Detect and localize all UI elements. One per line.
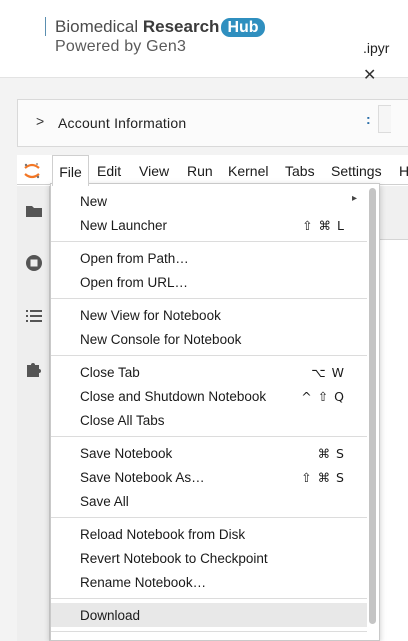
- menu-item-label: Rename Notebook…: [80, 575, 207, 590]
- menu-scrollbar[interactable]: [369, 188, 376, 624]
- brand-subtitle: Powered by Gen3: [55, 38, 187, 55]
- menu-separator: [51, 355, 367, 356]
- code-cell[interactable]: [378, 105, 391, 133]
- menu-edit[interactable]: Edit: [97, 155, 121, 185]
- menu-help[interactable]: H: [399, 155, 408, 185]
- menu-item-label: Close and Shutdown Notebook: [80, 389, 267, 404]
- menu-item-save-notebook[interactable]: Save Notebook ⌘ S: [51, 441, 367, 465]
- menu-item-label: Save All: [80, 494, 129, 509]
- menu-item-new-launcher[interactable]: New Launcher ⇧ ⌘ L: [51, 213, 367, 237]
- jupyter-logo-icon[interactable]: [22, 161, 42, 181]
- folder-icon[interactable]: [24, 201, 44, 221]
- brand-text: Biomedical: [55, 17, 143, 36]
- menu-item-label: Close All Tabs: [80, 413, 165, 428]
- menu-item-close-shutdown[interactable]: Close and Shutdown Notebook ^ ⇧ Q: [51, 384, 367, 408]
- menu-item-label: Revert Notebook to Checkpoint: [80, 551, 268, 566]
- menu-item-reload-notebook[interactable]: Reload Notebook from Disk: [51, 522, 367, 546]
- account-information-label: Account Information: [58, 115, 187, 131]
- menu-item-new[interactable]: New ▸: [51, 189, 367, 213]
- menu-item-rename-notebook[interactable]: Rename Notebook…: [51, 570, 367, 594]
- menu-separator: [51, 598, 367, 599]
- menu-item-label: New Console for Notebook: [80, 332, 242, 347]
- menu-file[interactable]: File: [52, 155, 89, 186]
- menu-item-label: Open from Path…: [80, 251, 189, 266]
- menu-item-new-view[interactable]: New View for Notebook: [51, 303, 367, 327]
- menu-bar: File Edit View Run Kernel Tabs Settings …: [17, 155, 408, 186]
- menu-separator: [51, 631, 367, 632]
- menu-item-close-all-tabs[interactable]: Close All Tabs: [51, 408, 367, 432]
- cell-prompt: :: [366, 111, 371, 127]
- menu-view[interactable]: View: [139, 155, 169, 185]
- menu-settings[interactable]: Settings: [331, 155, 382, 185]
- menu-tabs[interactable]: Tabs: [285, 155, 315, 185]
- menu-item-shortcut: ⇧ ⌘ S: [301, 470, 345, 485]
- running-stop-icon[interactable]: [24, 253, 44, 273]
- menu-separator: [51, 436, 367, 437]
- account-information-panel[interactable]: > Account Information: [17, 99, 408, 147]
- menu-item-open-from-url[interactable]: Open from URL…: [51, 270, 367, 294]
- menu-item-shortcut: ⇧ ⌘ L: [302, 218, 345, 233]
- site-header: Biomedical Research Hub Powered by Gen3: [0, 0, 408, 78]
- menu-separator: [51, 298, 367, 299]
- menu-item-label: Open from URL…: [80, 275, 189, 290]
- menu-item-label: New: [80, 194, 108, 209]
- menu-item-label: New View for Notebook: [80, 308, 221, 323]
- menu-item-label: Save Notebook: [80, 446, 173, 461]
- brand-logo[interactable]: Biomedical Research Hub: [55, 17, 265, 37]
- menu-item-revert-notebook[interactable]: Revert Notebook to Checkpoint: [51, 546, 367, 570]
- menu-run[interactable]: Run: [187, 155, 213, 185]
- chevron-right-icon: >: [36, 113, 45, 129]
- menu-separator: [51, 241, 367, 242]
- menu-item-save-all[interactable]: Save All: [51, 489, 367, 513]
- left-sidebar: [17, 186, 50, 641]
- menu-item-shortcut: ⌥ W: [311, 365, 345, 380]
- menu-item-label: Reload Notebook from Disk: [80, 527, 246, 542]
- brand-badge: Hub: [221, 18, 265, 37]
- menu-item-label: Download: [80, 608, 141, 623]
- menu-item-label: Close Tab: [80, 365, 140, 380]
- menu-separator: [51, 517, 367, 518]
- extension-puzzle-icon[interactable]: [24, 359, 44, 379]
- brand-text-bold: Research: [142, 17, 220, 36]
- menu-item-shortcut: ^ ⇧ Q: [301, 389, 345, 404]
- logo-divider: [45, 17, 46, 36]
- notebook-tab-label[interactable]: .ipyr: [363, 40, 389, 56]
- menu-item-download[interactable]: Download: [51, 603, 367, 627]
- menu-item-new-console[interactable]: New Console for Notebook: [51, 327, 367, 351]
- menu-kernel[interactable]: Kernel: [228, 155, 268, 185]
- menu-item-close-tab[interactable]: Close Tab ⌥ W: [51, 360, 367, 384]
- menu-item-open-from-path[interactable]: Open from Path…: [51, 246, 367, 270]
- menu-item-save-notebook-as[interactable]: Save Notebook As… ⇧ ⌘ S: [51, 465, 367, 489]
- table-of-contents-icon[interactable]: [24, 306, 44, 326]
- file-menu-dropdown: New ▸ New Launcher ⇧ ⌘ L Open from Path……: [50, 183, 380, 641]
- menu-item-label: New Launcher: [80, 218, 168, 233]
- menu-item-label: Save Notebook As…: [80, 470, 205, 485]
- menu-item-shortcut: ⌘ S: [317, 446, 345, 461]
- close-tab-icon[interactable]: ✕: [363, 65, 376, 85]
- submenu-arrow-icon: ▸: [351, 193, 357, 204]
